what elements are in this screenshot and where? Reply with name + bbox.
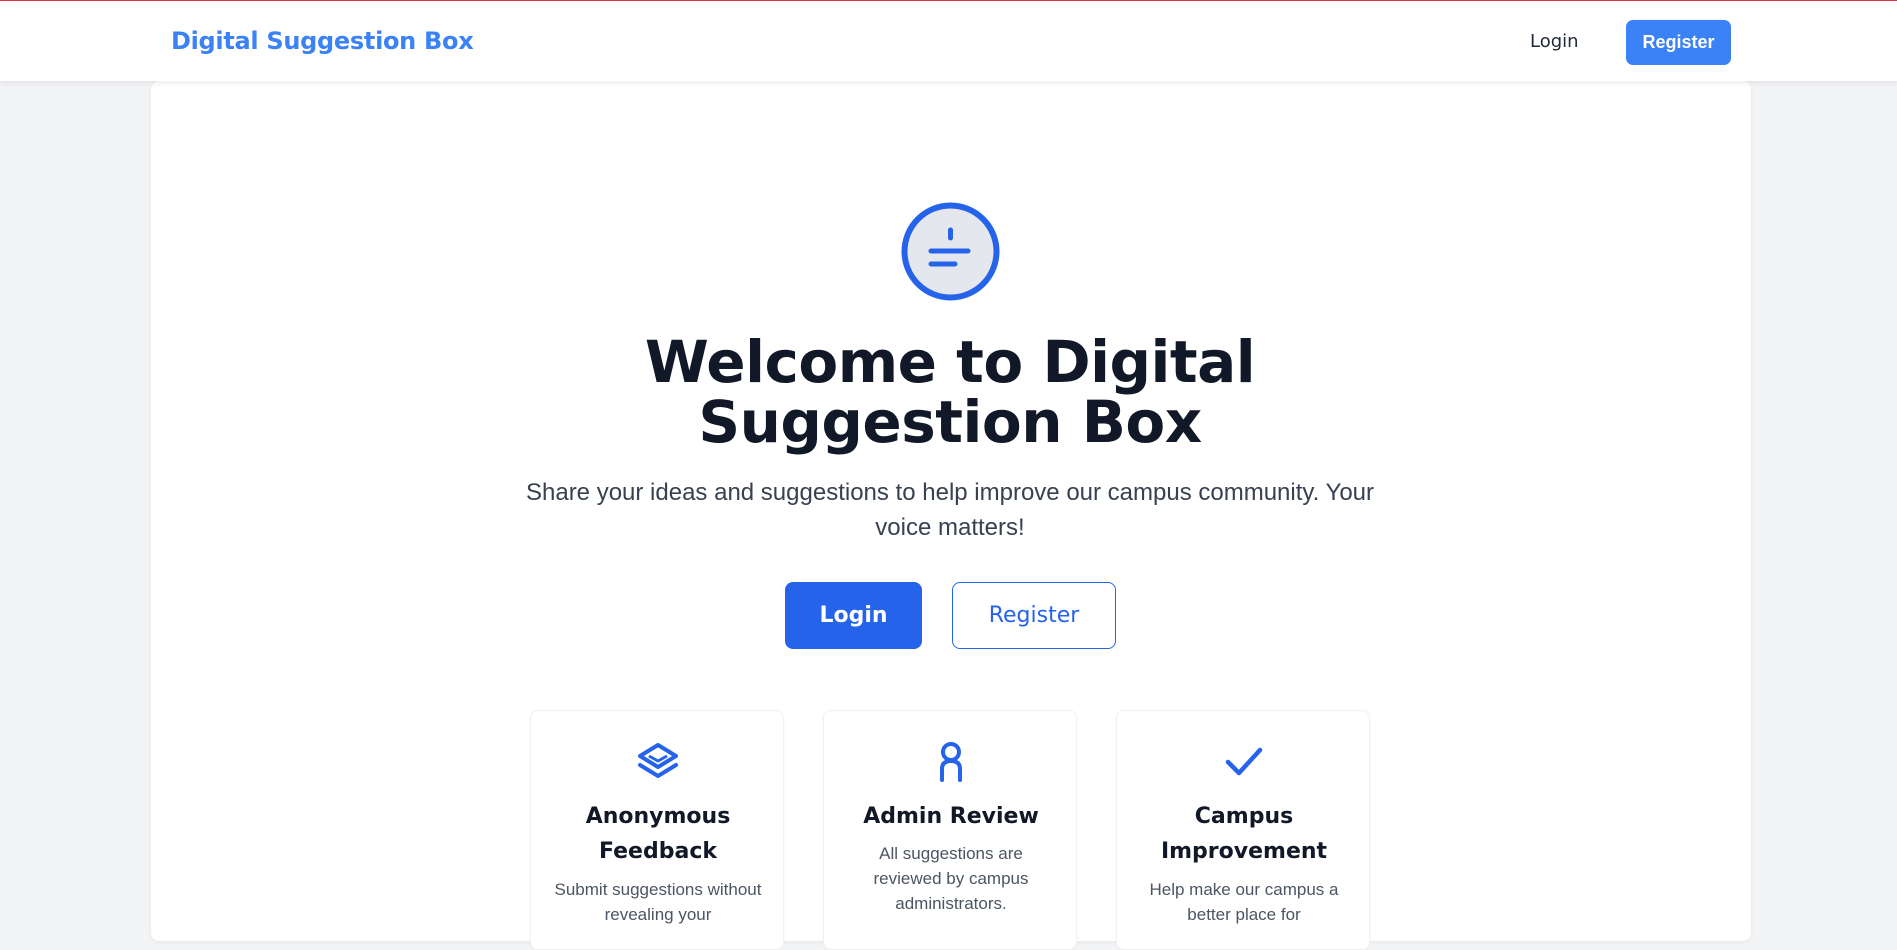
divide-circle-icon [901,202,1000,301]
hero-title: Welcome to Digital Suggestion Box [644,328,1256,456]
feature-title: Anonymous Feedback [585,804,731,864]
nav-login-link[interactable]: Login [1530,31,1579,52]
layers-icon [638,743,678,778]
user-icon [940,742,962,782]
check-icon [1225,747,1263,776]
feature-description: Help make our campus a better place for [1149,880,1339,924]
feature-card-anonymous: Anonymous Feedback Submit suggestions wi… [530,710,784,950]
feature-card-admin: Admin Review All suggestions are reviewe… [823,710,1077,950]
feature-description: Submit suggestions without revealing you… [554,880,762,924]
hero-login-button[interactable]: Login [785,582,922,649]
feature-description: All suggestions are reviewed by campus a… [873,844,1029,913]
feature-title: Campus Improvement [1160,804,1328,864]
navbar: Digital Suggestion Box Login Register [0,1,1897,81]
hero-register-button[interactable]: Register [952,582,1116,649]
hero-subtitle: Share your ideas and suggestions to help… [525,479,1375,541]
brand-logo-link[interactable]: Digital Suggestion Box [171,27,474,55]
feature-title: Admin Review [863,804,1039,829]
feature-card-campus: Campus Improvement Help make our campus … [1116,710,1370,950]
nav-register-button[interactable]: Register [1626,20,1731,65]
